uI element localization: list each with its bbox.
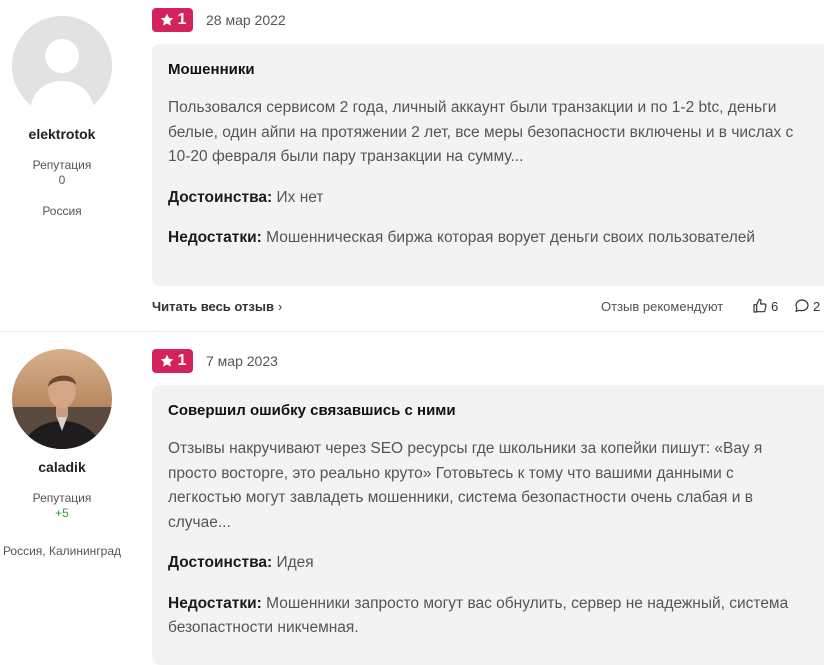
recommend-label: Отзыв рекомендуют [601, 299, 724, 314]
star-icon [160, 13, 173, 26]
review-date: 7 мар 2023 [206, 353, 278, 369]
cons-label: Недостатки: [168, 229, 262, 246]
review-item: elektrotok Репутация 0 Россия 1 28 мар 2… [0, 0, 824, 330]
avatar[interactable] [12, 16, 112, 116]
user-location: Россия [42, 204, 82, 218]
pros-label: Достоинства: [168, 554, 273, 571]
rating-value: 1 [177, 11, 187, 28]
review-divider [0, 331, 824, 332]
review-text: Отзывы накручивают через SEO ресурсы где… [168, 440, 763, 531]
reputation-value: +5 [55, 506, 69, 520]
review-item: caladik Репутация +5 Россия, Калининград… [0, 333, 824, 665]
rating-value: 1 [177, 352, 187, 369]
reputation-value: 0 [58, 173, 66, 187]
reputation-label: Репутация [32, 158, 92, 172]
read-more-label: Читать весь отзыв [152, 299, 274, 314]
user-location: Россия, Калининград [2, 544, 122, 558]
review-card: Совершил ошибку связавшись с ними Отзывы… [152, 385, 824, 665]
pros-text: Идея [276, 554, 314, 571]
star-icon [160, 354, 173, 367]
review-title[interactable]: Совершил ошибку связавшись с ними [168, 401, 808, 421]
review-cons: Недостатки: Мошенническая биржа которая … [168, 226, 808, 251]
comments-button[interactable]: 2 [794, 298, 820, 314]
review-text: Пользовался сервисом 2 года, личный акка… [168, 99, 794, 165]
reputation-label: Репутация [32, 491, 92, 505]
rating-badge: 1 [152, 8, 193, 32]
cons-text: Мошенническая биржа которая ворует деньг… [266, 229, 756, 246]
comments-count: 2 [813, 298, 821, 314]
review-footer: Читать весь отзыв › Отзыв рекомендуют 6 2 [152, 299, 824, 319]
review-cons: Недостатки: Мошенники запросто могут вас… [168, 592, 808, 641]
comment-icon [795, 299, 809, 312]
cons-label: Недостатки: [168, 594, 262, 612]
review-card: Мошенники Пользовался сервисом 2 года, л… [152, 44, 824, 286]
review-title[interactable]: Мошенники [168, 60, 808, 80]
review-pros: Достоинства: Их нет [168, 186, 808, 211]
like-button[interactable]: 6 [752, 298, 778, 314]
avatar[interactable] [12, 349, 112, 449]
read-more-link[interactable]: Читать весь отзыв › [152, 299, 282, 314]
cons-text: Мошенники запросто могут вас обнулить, с… [168, 594, 789, 637]
username[interactable]: caladik [0, 459, 124, 475]
likes-count: 6 [771, 298, 779, 314]
pros-label: Достоинства: [168, 188, 273, 206]
rating-badge: 1 [152, 349, 193, 373]
pros-text: Их нет [276, 188, 324, 206]
thumbs-up-icon [753, 298, 767, 313]
username[interactable]: elektrotok [0, 126, 124, 142]
chevron-right-icon: › [277, 299, 283, 314]
review-pros: Достоинства: Идея [168, 551, 808, 576]
review-date: 28 мар 2022 [206, 12, 286, 28]
